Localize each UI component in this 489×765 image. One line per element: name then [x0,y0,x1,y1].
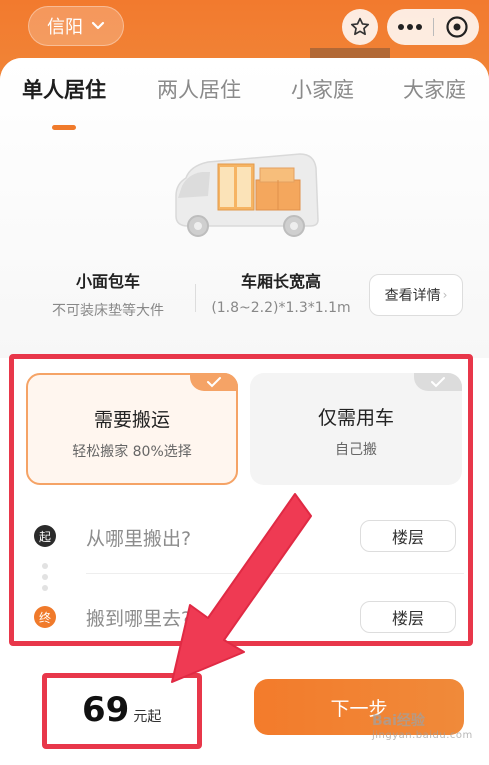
city-label: 信阳 [47,17,83,38]
watermark-line1: Bai经验 [372,713,425,729]
origin-floor-button[interactable]: 楼层 [360,520,456,552]
selected-check-badge [190,373,238,391]
option-need-carry-title: 需要搬运 [93,409,170,431]
tab-active-indicator [52,125,76,130]
option-need-carry[interactable]: 需要搬运 轻松搬家 80%选择 [26,373,238,485]
van-illustration [175,153,319,237]
option-vehicle-only-subtitle: 自己搬 [335,442,377,458]
close-button[interactable] [434,9,479,45]
close-icon [445,16,468,38]
dims-title: 车厢长宽高 [240,272,321,291]
watermark: Bai经验 jingyan.baidu.com [372,710,484,750]
price-display: 69 元起 [82,690,161,730]
route-dots [42,563,48,591]
view-details-button[interactable]: 查看详情 › [369,274,463,316]
vehicle-name-block: 小面包车 不可装床垫等大件 [28,268,188,320]
view-details-label: 查看详情 [384,288,441,304]
price-unit: 元起 [133,709,162,725]
star-icon [350,17,370,36]
end-marker: 终 [34,606,56,628]
price-value: 69 [82,690,130,730]
start-marker: 起 [34,525,56,547]
chevron-right-icon: › [442,288,448,302]
vehicle-name: 小面包车 [75,272,140,291]
unselected-check-badge [414,373,462,391]
tab-small-family[interactable]: 小家庭 [291,74,354,104]
address-divider [86,573,464,574]
tab-two[interactable]: 两人居住 [157,74,241,104]
favorite-button[interactable] [342,9,378,45]
option-need-carry-subtitle: 轻松搬家 80%选择 [72,444,192,460]
dims-value: (1.8~2.2)*1.3*1.1m [211,300,351,316]
destination-address-input[interactable]: 搬到哪里去? [86,604,191,631]
vehicle-section: 单人居住 两人居住 小家庭 大家庭 小面包车 不可装床垫等大件 车厢长宽高 (1… [0,58,489,358]
mini-program-capsule [387,9,479,45]
tab-single[interactable]: 单人居住 [22,74,106,104]
origin-address-input[interactable]: 从哪里搬出? [86,524,191,551]
tab-bar: 单人居住 两人居住 小家庭 大家庭 [0,74,489,130]
check-icon [431,377,445,388]
more-icon [398,24,422,30]
destination-floor-button[interactable]: 楼层 [360,601,456,633]
check-icon [207,377,221,388]
spec-divider [195,284,196,312]
option-vehicle-only-title: 仅需用车 [317,407,394,429]
chevron-down-icon [91,21,105,30]
vehicle-note: 不可装床垫等大件 [52,303,164,319]
more-button[interactable] [387,9,433,45]
city-selector[interactable]: 信阳 [28,6,124,46]
option-vehicle-only[interactable]: 仅需用车 自己搬 [250,373,462,485]
watermark-line2: jingyan.baidu.com [372,730,473,741]
tab-large-family[interactable]: 大家庭 [403,74,466,104]
vehicle-dims-block: 车厢长宽高 (1.8~2.2)*1.3*1.1m [206,268,356,316]
